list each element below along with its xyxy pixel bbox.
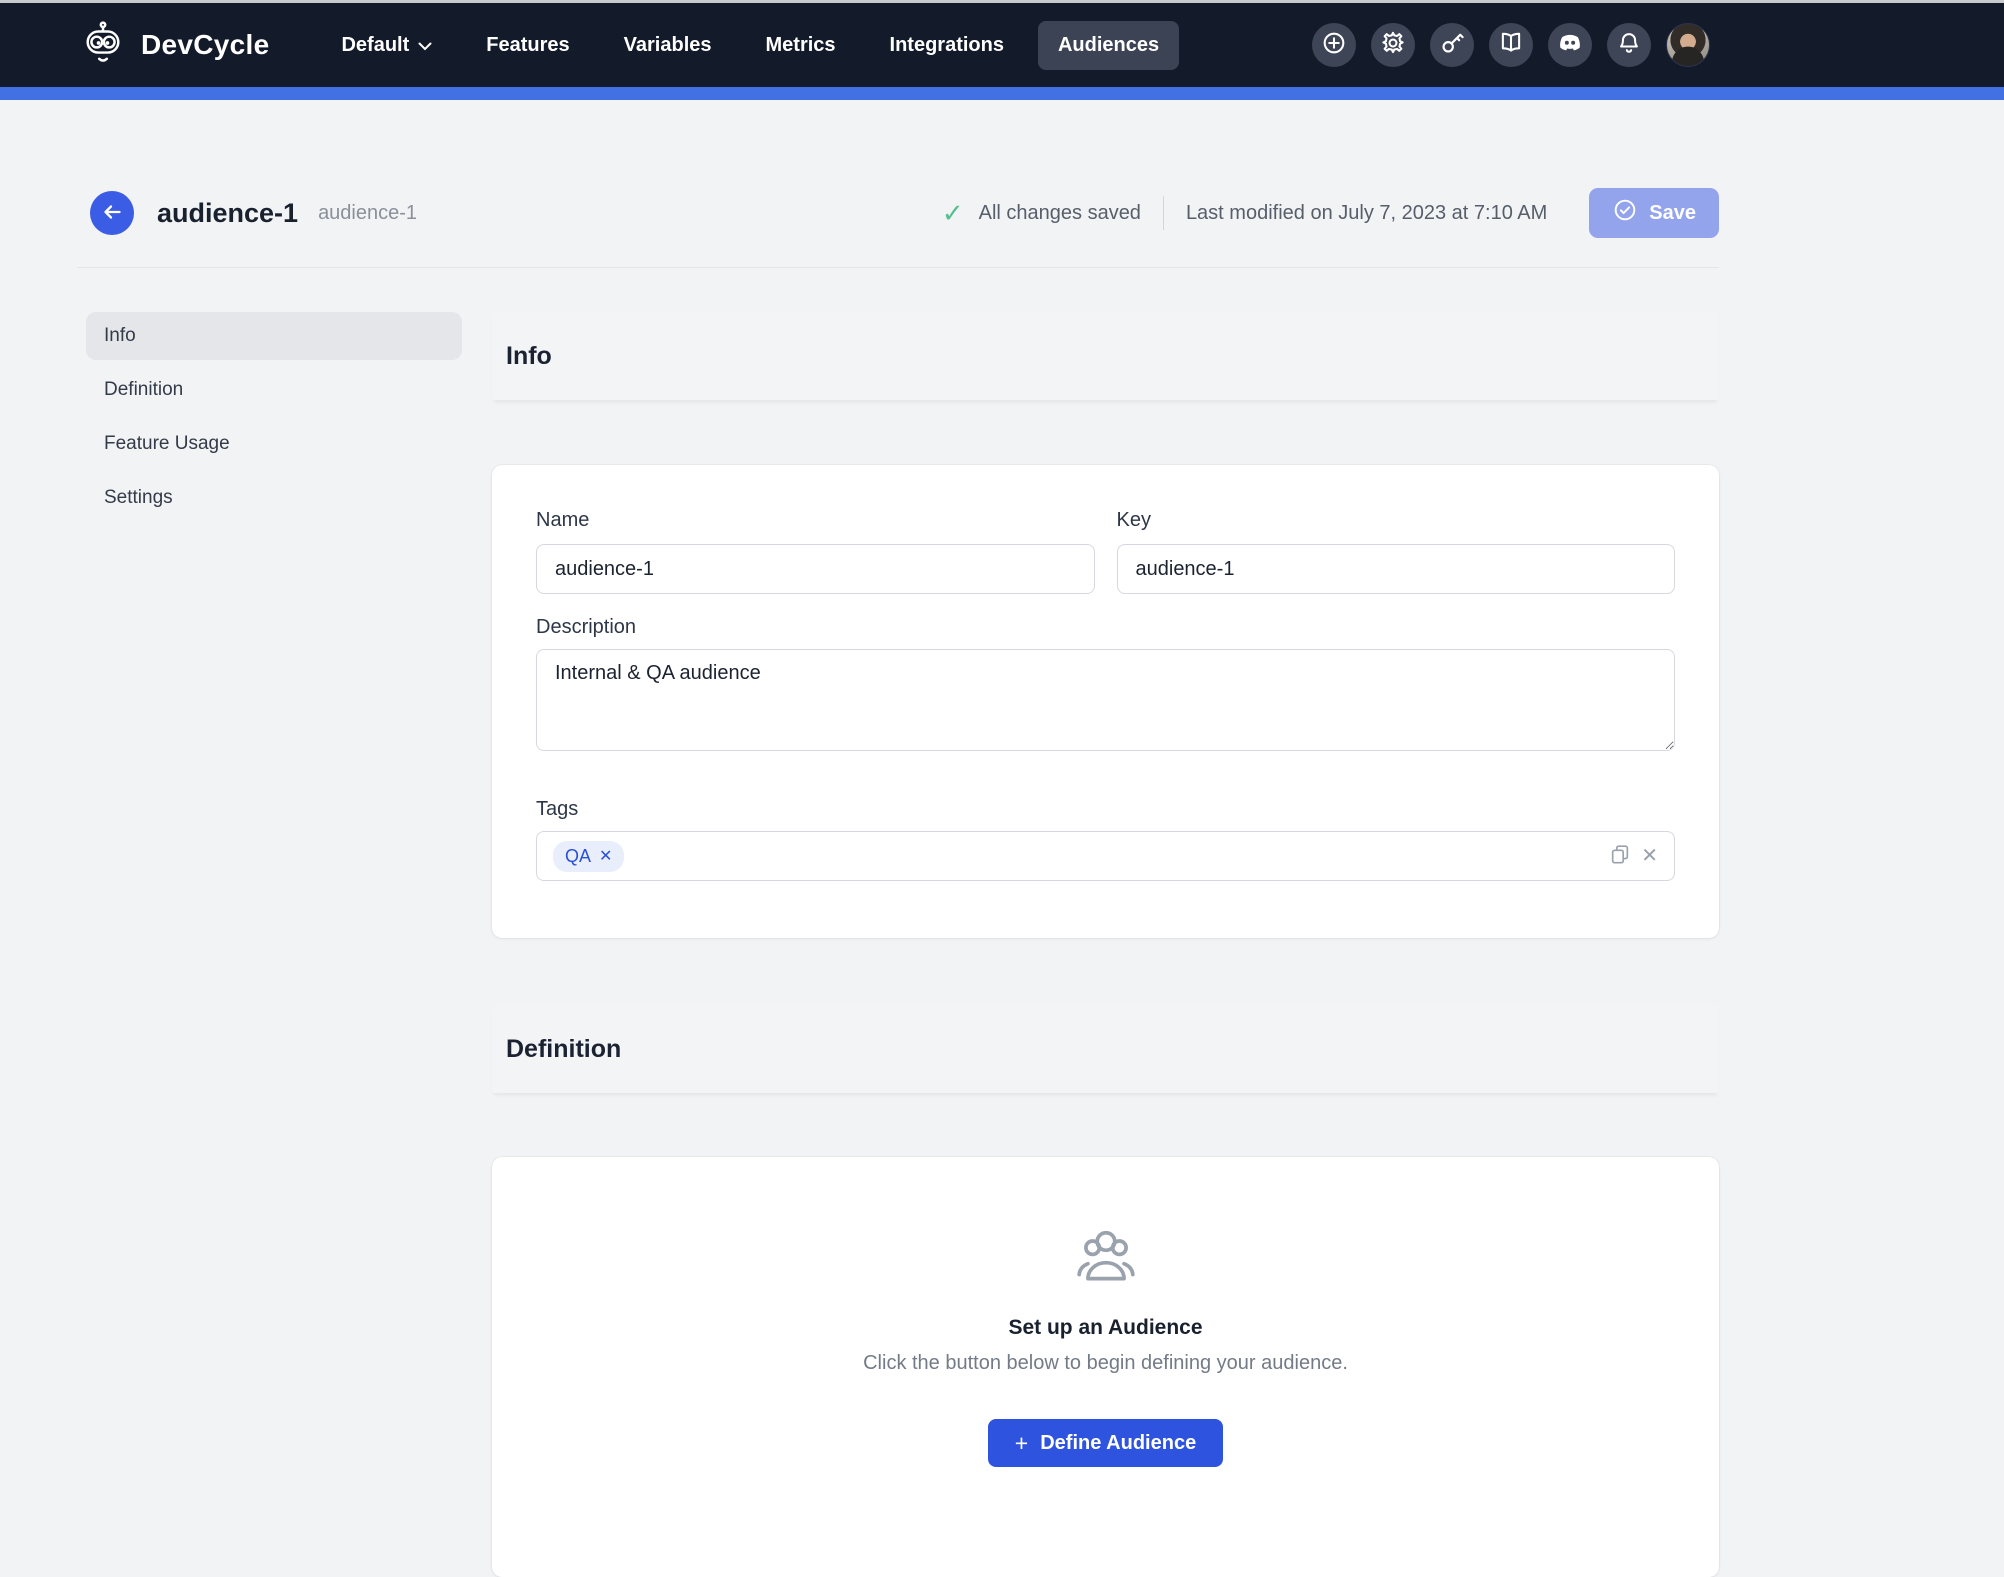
main-nav: Default Features Variables Metrics Integ… [321,20,1180,70]
tags-input[interactable]: QA ✕ ✕ [536,831,1675,881]
check-circle-icon [1612,197,1638,229]
back-button[interactable] [90,191,134,235]
api-keys-button[interactable] [1430,23,1474,67]
key-input[interactable] [1116,544,1675,594]
divider [1162,196,1164,230]
user-avatar[interactable] [1666,23,1710,67]
tags-label: Tags [536,798,579,820]
definition-section-header: Definition [492,1005,1719,1093]
settings-sidebar: Info Definition Feature Usage Settings [86,312,462,1577]
settings-button[interactable] [1371,23,1415,67]
brand-name: DevCycle [141,29,270,60]
definition-card: Set up an Audience Click the button belo… [492,1157,1719,1577]
key-label: Key [1116,509,1151,531]
copy-icon[interactable] [1609,843,1631,870]
main-content: Info Name Key Description [492,312,1719,1577]
sidebar-item-feature-usage[interactable]: Feature Usage [86,420,462,468]
info-section-header: Info [492,312,1719,400]
page: audience-1 audience-1 ✓ All changes save… [0,185,2004,1577]
save-button[interactable]: Save [1589,188,1719,238]
discord-button[interactable] [1548,23,1592,67]
page-title: audience-1 [157,197,299,228]
arrow-left-icon [100,200,124,227]
header-divider [77,267,1719,268]
tag-chip: QA ✕ [553,840,625,872]
create-button[interactable] [1312,23,1356,67]
key-field-group: Key [1116,509,1675,594]
gear-icon [1380,30,1406,61]
name-label: Name [536,509,590,531]
navbar-actions [1312,23,1710,67]
top-navbar: DevCycle Default Features Variables Metr… [0,3,2004,87]
page-subtitle: audience-1 [318,201,418,224]
plus-icon: + [1014,1429,1029,1456]
sidebar-item-settings[interactable]: Settings [86,474,462,522]
last-modified: Last modified on July 7, 2023 at 7:10 AM [1185,201,1548,224]
brand[interactable]: DevCycle [80,20,270,70]
nav-item-audiences[interactable]: Audiences [1037,20,1180,70]
tags-controls: ✕ [1609,843,1658,870]
audience-group-icon [1073,1230,1139,1289]
name-field-group: Name [536,509,1095,594]
info-card: Name Key Description Tags [492,465,1719,938]
check-icon: ✓ [941,198,964,228]
saved-status: All changes saved [978,201,1141,224]
clear-tags-icon[interactable]: ✕ [1641,846,1658,866]
tag-remove-icon[interactable]: ✕ [599,846,612,866]
name-input[interactable] [536,544,1095,594]
nav-item-integrations[interactable]: Integrations [870,21,1024,70]
project-selector-dropdown[interactable]: Default [321,21,452,70]
nav-item-features[interactable]: Features [466,21,589,70]
empty-state-title: Set up an Audience [1008,1316,1203,1339]
chevron-down-icon [418,34,432,57]
define-audience-button[interactable]: + Define Audience [987,1419,1224,1467]
plus-circle-icon [1321,30,1347,61]
key-icon [1439,30,1465,61]
sidebar-item-info[interactable]: Info [86,312,462,360]
devcycle-robot-logo-icon [80,20,126,70]
docs-button[interactable] [1489,23,1533,67]
description-field-group: Description [536,616,1675,756]
description-textarea[interactable] [536,649,1675,751]
tags-field-group: Tags QA ✕ ✕ [536,798,1675,881]
discord-icon [1556,29,1584,62]
sidebar-item-definition[interactable]: Definition [86,366,462,414]
docs-book-icon [1498,30,1524,61]
nav-item-metrics[interactable]: Metrics [746,21,856,70]
empty-state-subtitle: Click the button below to begin defining… [863,1352,1348,1374]
description-label: Description [536,616,637,638]
accent-bar [0,87,2004,100]
bell-icon [1616,30,1642,61]
nav-item-variables[interactable]: Variables [604,21,732,70]
header-status-area: ✓ All changes saved Last modified on Jul… [942,188,1719,238]
notifications-button[interactable] [1607,23,1651,67]
page-header: audience-1 audience-1 ✓ All changes save… [77,185,1719,241]
